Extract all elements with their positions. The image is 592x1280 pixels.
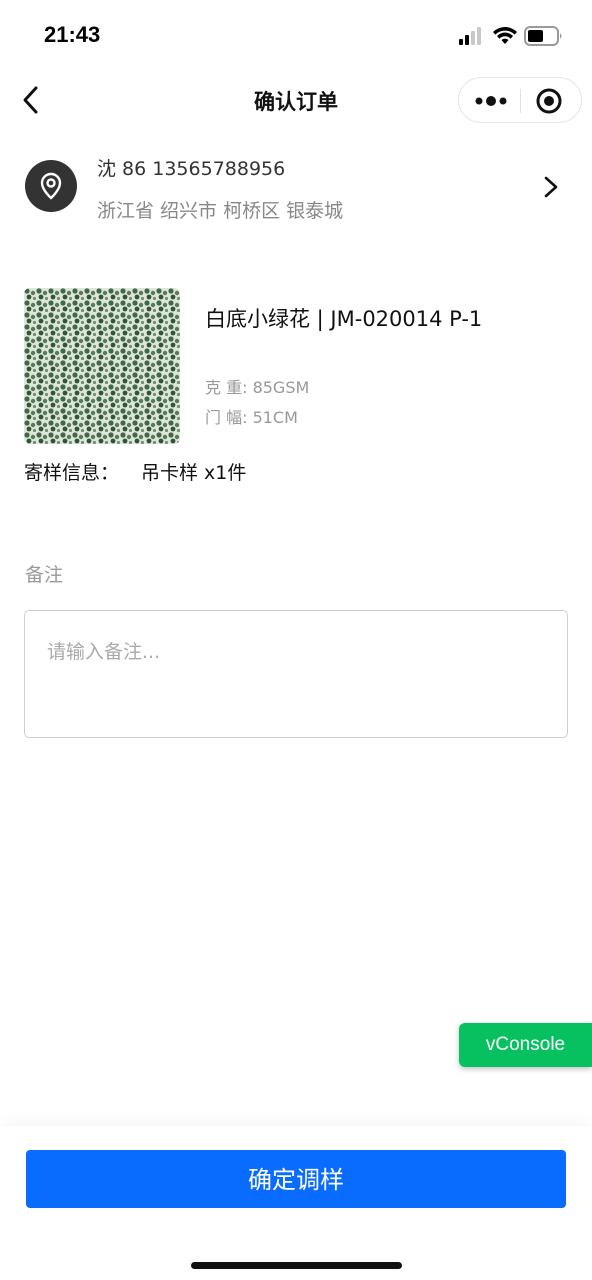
mini-program-close-icon[interactable] xyxy=(535,87,563,115)
sample-info-value: 吊卡样 x1件 xyxy=(141,462,247,484)
sample-info-label: 寄样信息： xyxy=(24,462,120,484)
confirm-sample-button[interactable]: 确定调样 xyxy=(26,1150,566,1208)
home-indicator xyxy=(191,1262,402,1269)
address-detail: 浙江省 绍兴市 柯桥区 银泰城 xyxy=(97,200,344,222)
product-width: 门 幅: 51CM xyxy=(205,408,298,427)
bottom-bar: 确定调样 xyxy=(0,1126,592,1280)
chevron-right-icon xyxy=(544,176,558,198)
battery-icon xyxy=(524,26,562,46)
more-icon[interactable] xyxy=(473,88,509,114)
status-time: 21:43 xyxy=(44,22,101,47)
nav-bar: 确认订单 xyxy=(0,70,592,130)
sample-info: 寄样信息： 吊卡样 x1件 xyxy=(24,458,246,485)
status-bar: 21:43 xyxy=(0,0,592,70)
product-name: 白底小绿花 | JM-020014 P-1 xyxy=(205,307,483,331)
shipping-address[interactable]: 沈 86 13565788956 浙江省 绍兴市 柯桥区 银泰城 xyxy=(0,140,592,240)
fabric-thumbnail[interactable] xyxy=(24,288,180,444)
mini-program-capsule xyxy=(458,77,582,123)
address-icon-circle xyxy=(25,160,77,212)
product-weight: 克 重: 85GSM xyxy=(205,378,310,397)
wifi-icon xyxy=(493,27,517,44)
product-card: 白底小绿花 | JM-020014 P-1 克 重: 85GSM 门 幅: 51… xyxy=(0,286,592,486)
remark-input[interactable] xyxy=(24,610,568,738)
address-name-phone: 沈 86 13565788956 xyxy=(97,158,286,180)
status-icons xyxy=(458,24,568,48)
capsule-divider xyxy=(520,89,521,113)
vconsole-button[interactable]: vConsole xyxy=(459,1023,592,1067)
location-pin-icon xyxy=(40,172,62,200)
remark-label: 备注 xyxy=(25,564,64,586)
signal-icon xyxy=(459,27,481,45)
